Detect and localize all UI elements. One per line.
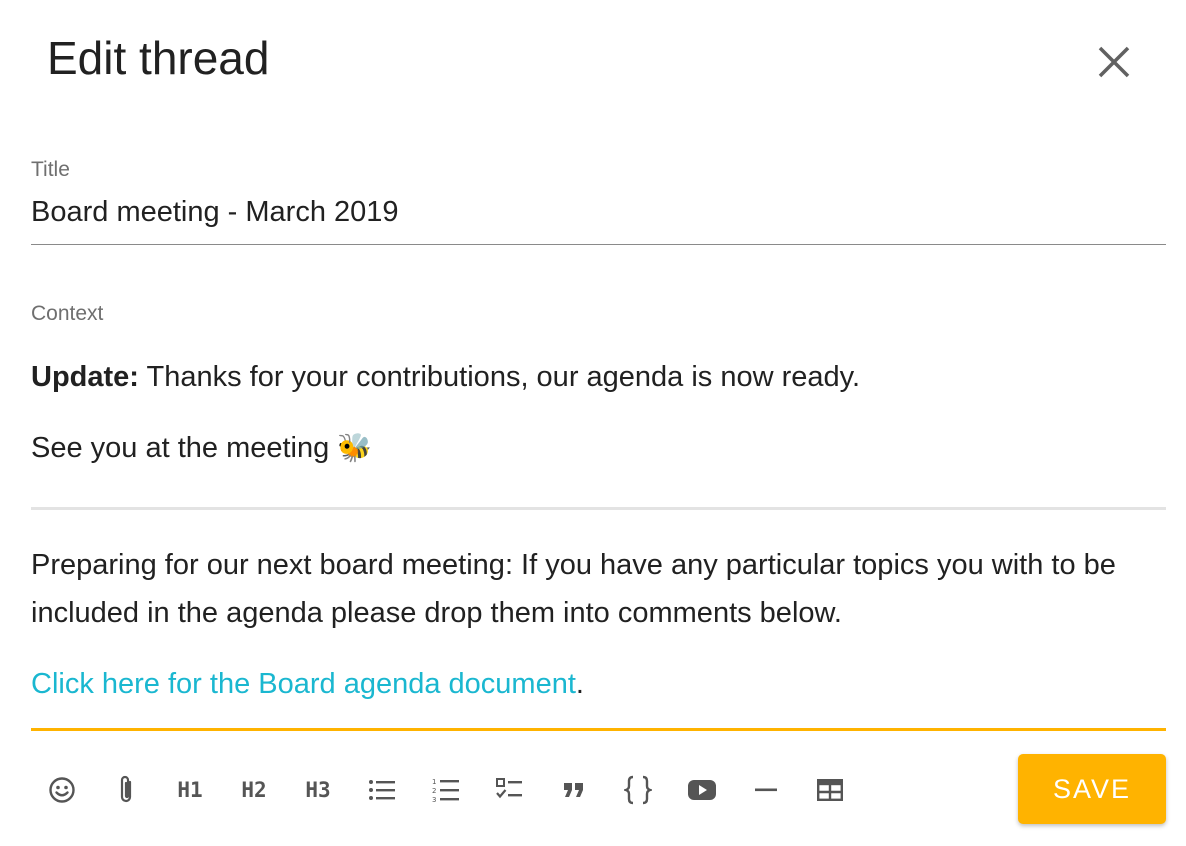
video-button[interactable] (670, 760, 734, 820)
svg-text:3: 3 (432, 796, 436, 803)
bulleted-list-button[interactable] (350, 760, 414, 820)
editor-toolbar: H1 H2 H3 1 2 3 (30, 760, 862, 820)
table-button[interactable] (798, 760, 862, 820)
checklist-button[interactable] (478, 760, 542, 820)
attachment-button[interactable] (94, 760, 158, 820)
svg-text:1: 1 (432, 778, 436, 786)
numbered-list-button[interactable]: 1 2 3 (414, 760, 478, 820)
checklist-icon (496, 778, 522, 799)
update-text: Thanks for your contributions, our agend… (138, 361, 861, 393)
context-editor[interactable]: Update: Thanks for your contributions, o… (31, 340, 1166, 731)
emoji-button[interactable] (30, 760, 94, 820)
link-suffix: . (575, 668, 584, 700)
heading-1-label: H1 (177, 778, 203, 802)
close-icon (1098, 46, 1130, 78)
horizontal-rule-icon (755, 788, 777, 792)
horizontal-rule-button[interactable] (734, 760, 798, 820)
attachment-icon (120, 775, 132, 803)
context-label: Context (31, 302, 104, 325)
title-label: Title (31, 158, 70, 181)
see-you-text: See you at the meeting (31, 432, 338, 464)
agenda-document-link[interactable]: Click here for the Board agenda document (31, 668, 576, 700)
save-button[interactable]: SAVE (1018, 754, 1166, 824)
see-you-paragraph: See you at the meeting 🐝 (31, 424, 372, 472)
update-paragraph: Update: Thanks for your contributions, o… (31, 353, 860, 401)
bulleted-list-icon (369, 780, 395, 800)
heading-3-label: H3 (305, 778, 331, 802)
heading-3-button[interactable]: H3 (286, 760, 350, 820)
code-icon (624, 775, 652, 805)
quote-button[interactable] (542, 760, 606, 820)
title-input[interactable] (31, 192, 1166, 245)
close-button[interactable] (1090, 38, 1138, 86)
dialog-title: Edit thread (47, 32, 270, 84)
quote-icon (564, 783, 583, 797)
numbered-list-icon: 1 2 3 (432, 778, 459, 803)
horizontal-rule (31, 507, 1166, 510)
heading-2-label: H2 (241, 778, 267, 802)
video-icon (688, 780, 716, 800)
table-icon (817, 779, 843, 801)
preparing-paragraph: Preparing for our next board meeting: If… (31, 549, 1116, 629)
link-paragraph: Click here for the Board agenda document… (31, 660, 584, 708)
update-bold-text: Update: (31, 361, 139, 393)
svg-text:2: 2 (432, 787, 436, 795)
code-button[interactable] (606, 760, 670, 820)
heading-2-button[interactable]: H2 (222, 760, 286, 820)
emoji-icon (49, 777, 75, 803)
bee-emoji: 🐝 (337, 432, 373, 463)
heading-1-button[interactable]: H1 (158, 760, 222, 820)
